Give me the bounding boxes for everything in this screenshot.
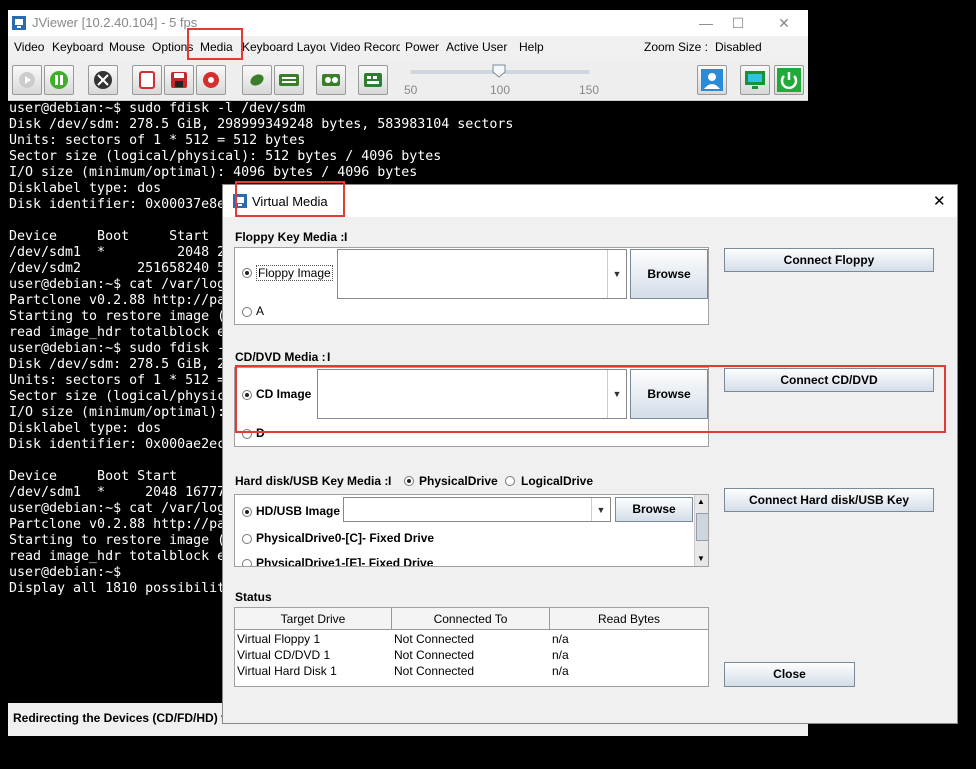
- save-disk-icon[interactable]: [164, 65, 194, 95]
- toolbar: 50 100 150: [8, 60, 808, 101]
- cd-row-highlight: [235, 365, 946, 433]
- cd-heading: CD/DVD Media :: [235, 350, 326, 364]
- column-read-bytes[interactable]: Read Bytes: [550, 608, 708, 630]
- floppy-panel: Floppy Image ▼ Browse A: [234, 247, 709, 325]
- floppy-red-icon[interactable]: [132, 65, 162, 95]
- physical-drive0-label[interactable]: PhysicalDrive0-[C]- Fixed Drive: [256, 531, 434, 545]
- hd-image-label[interactable]: HD/USB Image: [256, 504, 340, 518]
- menu-bar: Video Keyboard Mouse Options Media Keybo…: [8, 36, 808, 60]
- close-button[interactable]: Close: [724, 662, 855, 687]
- zoom-size-label: Zoom Size :: [644, 40, 709, 54]
- status-heading: Status: [235, 590, 272, 604]
- status-bar-text: Redirecting the Devices (CD/FD/HD) to: [13, 711, 233, 725]
- mouse-icon[interactable]: [242, 65, 272, 95]
- table-cell: Virtual CD/DVD 1: [237, 648, 331, 662]
- hotkeys-icon[interactable]: [358, 65, 388, 95]
- floppy-image-radio[interactable]: [242, 268, 252, 278]
- scroll-up-icon[interactable]: ▲: [697, 497, 705, 506]
- floppy-browse-button[interactable]: Browse: [630, 249, 708, 299]
- scroll-thumb[interactable]: [696, 513, 708, 541]
- physical-drive-label[interactable]: PhysicalDrive: [419, 474, 498, 488]
- table-cell: Virtual Floppy 1: [237, 632, 321, 646]
- menu-power[interactable]: Power: [405, 40, 441, 54]
- virtual-media-dialog: Virtual Media ✕ Floppy Key Media : I Flo…: [222, 181, 958, 724]
- physical-drive-radio[interactable]: [404, 476, 414, 486]
- dialog-title-highlight: [235, 181, 345, 217]
- connect-floppy-button[interactable]: Connect Floppy: [724, 248, 934, 272]
- table-cell: Not Connected: [394, 664, 475, 678]
- table-cell: Virtual Hard Disk 1: [237, 664, 337, 678]
- scroll-down-icon[interactable]: ▼: [697, 554, 705, 563]
- minimize-button[interactable]: —: [688, 13, 724, 33]
- column-connected-to[interactable]: Connected To: [392, 608, 550, 630]
- cd-red-icon[interactable]: [196, 65, 226, 95]
- hd-image-combo[interactable]: ▼: [343, 497, 611, 522]
- floppy-drive-label[interactable]: A: [256, 304, 264, 318]
- hd-count: I: [388, 474, 392, 488]
- power-icon[interactable]: [774, 65, 804, 95]
- maximize-button[interactable]: ☐: [720, 13, 756, 33]
- menu-keyboard-layout[interactable]: Keyboard Layout: [242, 40, 326, 54]
- logical-drive-label[interactable]: LogicalDrive: [521, 474, 593, 488]
- menu-mouse[interactable]: Mouse: [109, 40, 149, 54]
- menu-help[interactable]: Help: [519, 40, 551, 54]
- logical-drive-radio[interactable]: [505, 476, 515, 486]
- table-cell: Not Connected: [394, 632, 475, 646]
- hd-heading: Hard disk/USB Key Media :: [235, 474, 389, 488]
- window-title: JViewer [10.2.40.104] - 5 fps: [32, 15, 198, 30]
- cd-count: I: [327, 350, 331, 364]
- keyboard-icon[interactable]: [274, 65, 304, 95]
- hd-scrollbar[interactable]: ▲ ▼: [694, 495, 708, 566]
- table-cell: Not Connected: [394, 648, 475, 662]
- dialog-close-icon[interactable]: ✕: [933, 192, 946, 210]
- hd-image-radio[interactable]: [242, 507, 252, 517]
- menu-video-record[interactable]: Video Record: [330, 40, 400, 54]
- floppy-image-label[interactable]: Floppy Image: [256, 265, 333, 281]
- slider-max-label: 150: [579, 83, 600, 97]
- media-menu-highlight: [187, 28, 243, 60]
- play-button[interactable]: [12, 65, 42, 95]
- floppy-heading: Floppy Key Media :: [235, 230, 345, 244]
- menu-keyboard[interactable]: Keyboard: [52, 40, 104, 54]
- zoom-slider-thumb[interactable]: [492, 64, 506, 78]
- physical-drive1-radio[interactable]: [242, 559, 252, 566]
- floppy-image-combo[interactable]: ▼: [337, 249, 627, 299]
- table-cell: n/a: [552, 664, 569, 678]
- physical-drive0-radio[interactable]: [242, 534, 252, 544]
- physical-drive1-label[interactable]: PhysicalDrive1-[E]- Fixed Drive: [256, 556, 433, 566]
- floppy-drive-radio[interactable]: [242, 307, 252, 317]
- hd-browse-button[interactable]: Browse: [615, 497, 693, 522]
- slider-min-label: 50: [404, 83, 418, 97]
- user-icon[interactable]: [697, 65, 727, 95]
- close-window-button[interactable]: ✕: [766, 13, 802, 33]
- menu-active-user[interactable]: Active User: [446, 40, 516, 54]
- fullscreen-icon[interactable]: [88, 65, 118, 95]
- menu-video[interactable]: Video: [14, 40, 48, 54]
- monitor-icon[interactable]: [740, 65, 770, 95]
- pause-button[interactable]: [44, 65, 74, 95]
- column-target-drive[interactable]: Target Drive: [235, 608, 392, 630]
- chevron-down-icon[interactable]: ▼: [591, 498, 610, 521]
- app-icon: [12, 16, 26, 30]
- title-bar: JViewer [10.2.40.104] - 5 fps — ☐ ✕: [8, 10, 808, 36]
- status-table-panel: Target Drive Connected To Read Bytes Vir…: [234, 607, 709, 687]
- floppy-count: I: [344, 230, 348, 244]
- table-cell: n/a: [552, 632, 569, 646]
- connect-hd-button[interactable]: Connect Hard disk/USB Key: [724, 488, 934, 512]
- table-cell: n/a: [552, 648, 569, 662]
- chevron-down-icon[interactable]: ▼: [607, 250, 626, 298]
- hd-panel: HD/USB Image ▼ Browse PhysicalDrive0-[C]…: [234, 494, 709, 567]
- zoom-size-value: Disabled: [715, 40, 762, 54]
- slider-mid-label: 100: [490, 83, 511, 97]
- video-record-icon[interactable]: [316, 65, 346, 95]
